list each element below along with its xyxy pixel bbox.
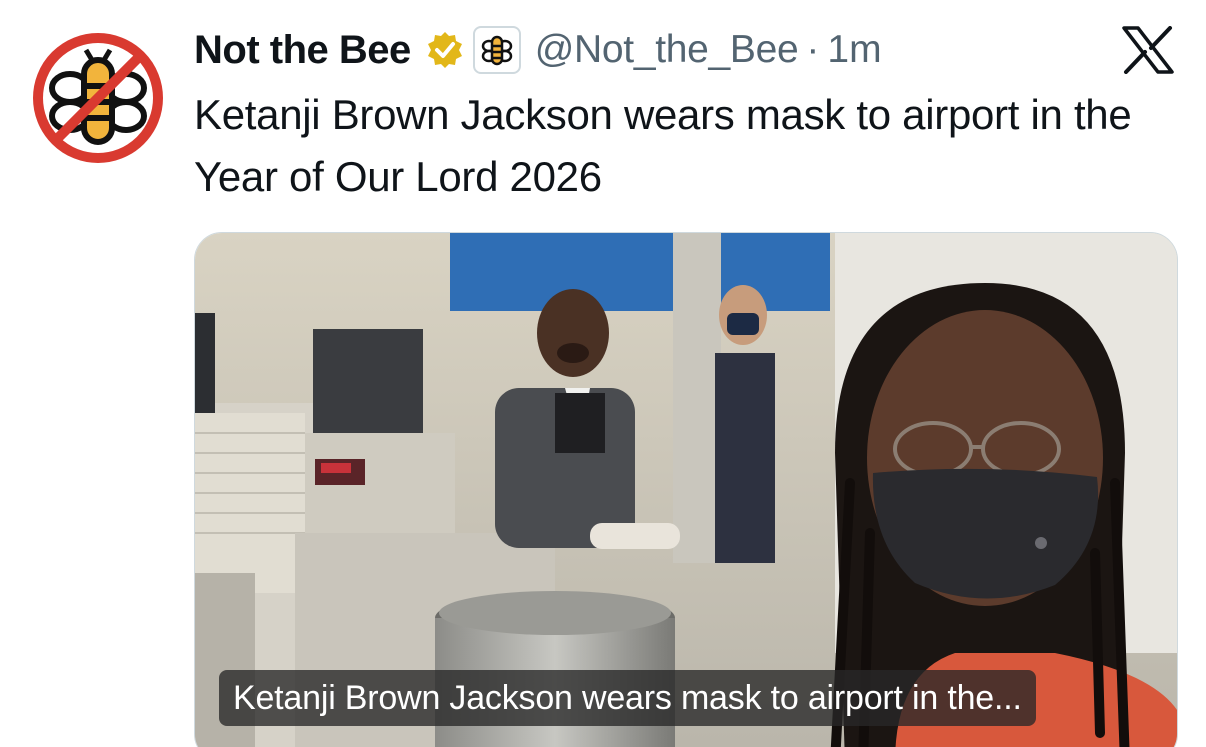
x-logo-icon [1122,26,1174,74]
tweet-header: Not the Bee @Not_the_Bee · 1m [194,22,882,78]
avatar[interactable] [30,30,166,166]
verified-badge-icon[interactable] [425,30,465,70]
tweet-text: Ketanji Brown Jackson wears mask to airp… [194,91,1132,200]
affiliate-badge[interactable] [472,26,521,74]
display-name[interactable]: Not the Bee [194,28,411,73]
separator-dot: · [806,28,820,71]
not-the-bee-logo-icon [33,33,163,163]
timestamp[interactable]: 1m [827,28,881,72]
user-handle[interactable]: @Not_the_Bee [535,28,799,72]
media-video[interactable]: Ketanji Brown Jackson wears mask to airp… [194,232,1178,747]
bee-affiliate-icon [481,35,512,66]
media-caption: Ketanji Brown Jackson wears mask to airp… [219,670,1036,726]
tweet-card[interactable]: Not the Bee @Not_the_Bee · 1m Ketanji Br… [0,0,1206,747]
